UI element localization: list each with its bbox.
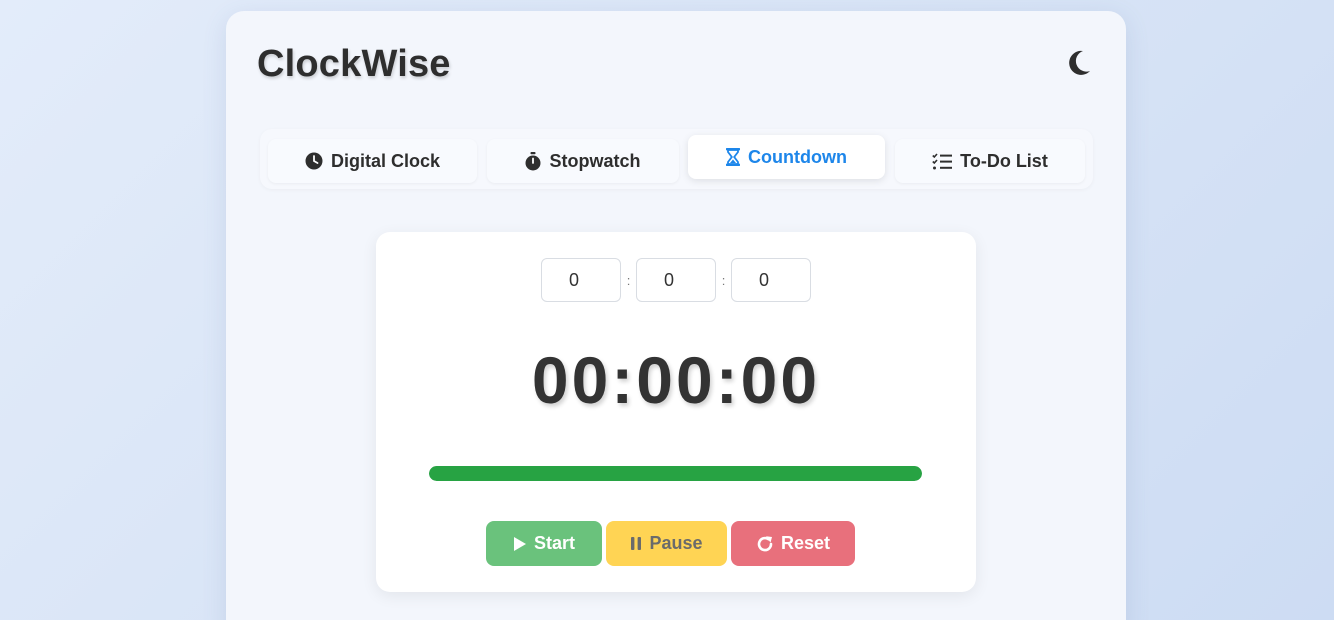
tab-label: Stopwatch (549, 150, 641, 171)
clock-icon (305, 152, 323, 170)
moon-icon (1069, 50, 1090, 75)
countdown-panel: : : 00:00:00 Start Pause (376, 232, 976, 592)
stopwatch-icon (525, 151, 541, 170)
time-inputs: : : (376, 258, 976, 302)
control-buttons: Start Pause Reset (376, 521, 976, 566)
minutes-input[interactable] (636, 258, 716, 302)
tab-label: Countdown (748, 146, 847, 167)
reset-label: Reset (780, 533, 831, 553)
start-button[interactable]: Start (486, 521, 602, 566)
seconds-input[interactable] (731, 258, 811, 302)
tab-label: Digital Clock (330, 150, 441, 171)
play-icon (513, 536, 526, 551)
tab-digital-clock[interactable]: Digital Clock (268, 139, 477, 183)
theme-toggle-button[interactable] (1064, 48, 1094, 78)
hours-input[interactable] (541, 258, 621, 302)
tab-stopwatch[interactable]: Stopwatch (487, 139, 679, 183)
reset-button[interactable]: Reset (731, 521, 855, 566)
reset-icon (757, 535, 773, 551)
start-label: Start (533, 533, 575, 553)
pause-label: Pause (649, 533, 703, 553)
progress-bar (429, 466, 922, 481)
hourglass-icon (726, 148, 741, 166)
checklist-icon (932, 152, 953, 169)
app-card: ClockWise Digital Clock Stopwatch Countd… (226, 11, 1126, 620)
pause-button[interactable]: Pause (606, 521, 727, 566)
countdown-display: 00:00:00 (531, 343, 821, 417)
tab-todo-list[interactable]: To-Do List (895, 139, 1085, 183)
progress-fill (429, 466, 922, 481)
app-title: ClockWise (257, 43, 451, 85)
time-separator: : (626, 272, 631, 288)
pause-icon (631, 537, 642, 550)
tab-bar: Digital Clock Stopwatch Countdown To-Do … (260, 129, 1093, 189)
tab-label: To-Do List (960, 150, 1048, 171)
time-separator: : (721, 272, 726, 288)
tab-countdown[interactable]: Countdown (688, 135, 885, 179)
